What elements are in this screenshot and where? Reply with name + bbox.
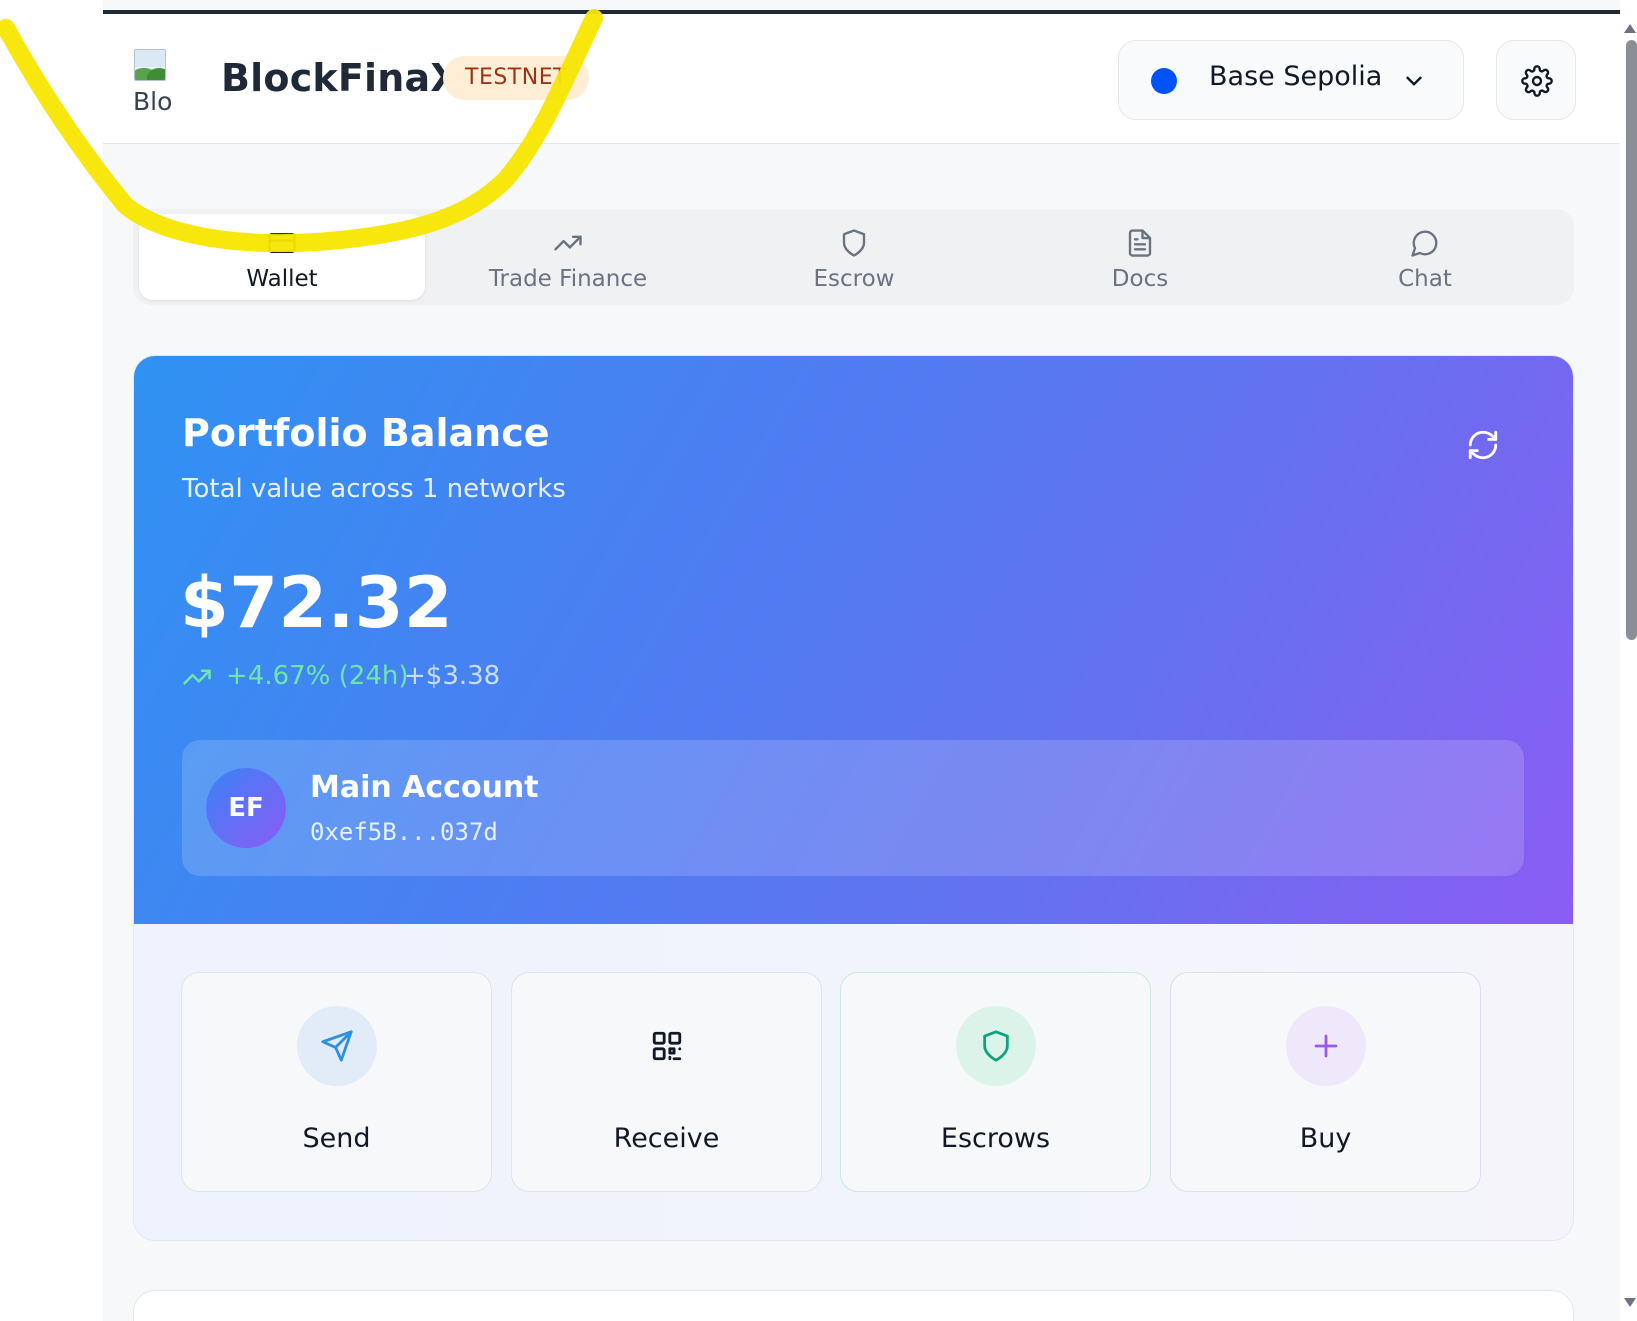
escrows-icon-circle bbox=[956, 1006, 1036, 1086]
portfolio-subtitle: Total value across 1 networks bbox=[182, 474, 566, 504]
action-label: Escrows bbox=[940, 1123, 1051, 1154]
receive-icon-circle bbox=[627, 1006, 707, 1086]
logo-alt-text: Blocl bbox=[133, 87, 173, 116]
plus-icon bbox=[1314, 1034, 1338, 1058]
chevron-down-icon bbox=[1406, 76, 1422, 86]
trending-up-icon bbox=[183, 669, 211, 685]
tab-docs[interactable]: Docs bbox=[997, 214, 1283, 300]
tab-label: Docs bbox=[1111, 266, 1169, 292]
tab-trade-finance[interactable]: Trade Finance bbox=[425, 214, 711, 300]
action-label: Buy bbox=[1299, 1123, 1352, 1154]
tab-escrow[interactable]: Escrow bbox=[711, 214, 997, 300]
send-icon-circle bbox=[297, 1006, 377, 1086]
portfolio-title: Portfolio Balance bbox=[182, 411, 550, 455]
action-label: Receive bbox=[613, 1123, 720, 1154]
shield-icon bbox=[983, 1030, 1009, 1062]
tab-wallet[interactable]: Wallet bbox=[139, 214, 425, 300]
tab-label: Escrow bbox=[813, 266, 895, 292]
escrows-button[interactable]: Escrows bbox=[840, 972, 1151, 1192]
brand-logo-image: Blocl bbox=[131, 47, 173, 119]
buy-icon-circle bbox=[1286, 1006, 1366, 1086]
buy-button[interactable]: Buy bbox=[1170, 972, 1481, 1192]
portfolio-card: Portfolio Balance Total value across 1 n… bbox=[133, 355, 1574, 1241]
account-avatar: EF bbox=[206, 768, 286, 848]
testnet-badge: TESTNET bbox=[443, 56, 590, 100]
balance-change-amount: +$3.38 bbox=[404, 661, 501, 691]
card-icon bbox=[268, 233, 296, 253]
app-header: Blocl BlockFinaX TESTNET Base Sepolia bbox=[103, 14, 1637, 144]
network-selector[interactable]: Base Sepolia bbox=[1118, 40, 1464, 120]
next-section-card bbox=[133, 1290, 1574, 1321]
brand-name: BlockFinaX bbox=[221, 56, 460, 100]
document-icon bbox=[1128, 229, 1152, 257]
shield-icon bbox=[842, 229, 866, 257]
settings-button[interactable] bbox=[1496, 40, 1576, 120]
quick-actions: Send Receive Escrows Buy bbox=[134, 924, 1573, 1240]
scroll-up-arrow-icon[interactable] bbox=[1624, 24, 1636, 33]
network-status-dot bbox=[1151, 68, 1177, 94]
trending-up-icon bbox=[554, 235, 582, 251]
chat-bubble-icon bbox=[1411, 230, 1438, 257]
refresh-icon[interactable] bbox=[1466, 428, 1500, 462]
network-label: Base Sepolia bbox=[1209, 61, 1383, 92]
screen: Blocl BlockFinaX TESTNET Base Sepolia Wa… bbox=[0, 0, 1637, 1321]
balance-change-percent: +4.67% (24h) bbox=[226, 661, 409, 691]
tab-label: Wallet bbox=[246, 266, 318, 292]
send-button[interactable]: Send bbox=[181, 972, 492, 1192]
main-tab-bar: Wallet Trade Finance Escrow Docs Chat bbox=[133, 209, 1574, 305]
qr-code-icon bbox=[652, 1031, 682, 1061]
account-card[interactable]: EF Main Account 0xef5B...037d bbox=[182, 740, 1524, 876]
broken-image-icon bbox=[134, 49, 166, 81]
action-label: Send bbox=[302, 1123, 371, 1154]
scrollbar-thumb[interactable] bbox=[1626, 40, 1637, 640]
receive-button[interactable]: Receive bbox=[511, 972, 822, 1192]
gear-icon bbox=[1521, 65, 1553, 97]
tab-label: Chat bbox=[1398, 266, 1452, 292]
portfolio-balance: $72.32 bbox=[180, 562, 454, 644]
portfolio-hero: Portfolio Balance Total value across 1 n… bbox=[134, 356, 1573, 924]
tab-label: Trade Finance bbox=[488, 266, 648, 292]
account-address: 0xef5B...037d bbox=[310, 818, 498, 846]
scroll-down-arrow-icon[interactable] bbox=[1624, 1298, 1636, 1307]
account-name: Main Account bbox=[310, 770, 539, 805]
tab-chat[interactable]: Chat bbox=[1282, 214, 1568, 300]
send-icon bbox=[321, 1030, 353, 1062]
